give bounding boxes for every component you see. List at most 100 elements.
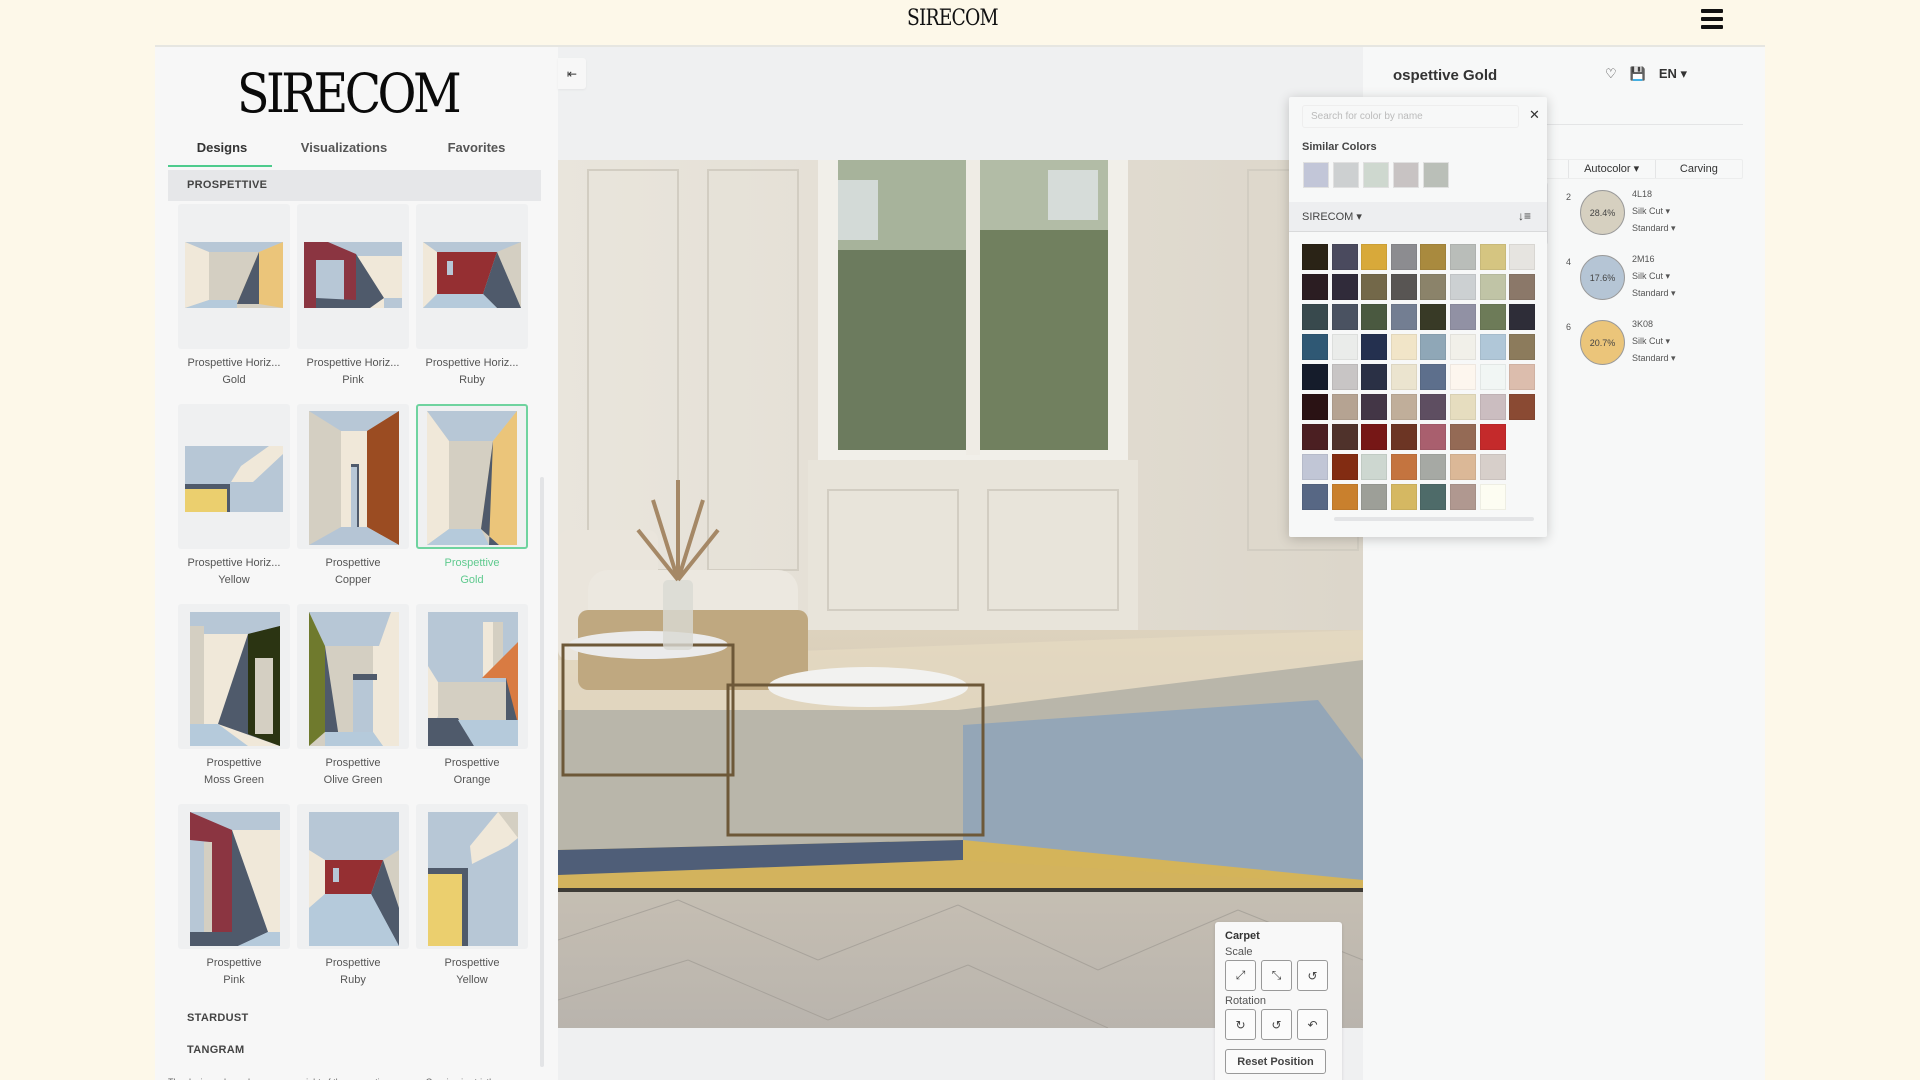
palette-swatch[interactable] [1509, 394, 1536, 420]
material-dropdown[interactable]: Silk Cut ▾ [1632, 206, 1670, 217]
design-card[interactable]: Prospettive Horiz... Yellow [178, 404, 290, 589]
top-logo[interactable]: SIRECOM [907, 6, 999, 31]
palette-swatch[interactable] [1420, 334, 1447, 360]
palette-swatch[interactable] [1509, 364, 1536, 390]
similar-color-swatch[interactable] [1303, 162, 1329, 188]
design-card[interactable]: Prospettive Yellow [416, 804, 528, 989]
close-icon[interactable]: ✕ [1529, 107, 1540, 123]
palette-swatch[interactable] [1331, 304, 1358, 330]
palette-swatch[interactable] [1331, 454, 1358, 480]
palette-swatch[interactable] [1479, 454, 1506, 480]
tab-favorites[interactable]: Favorites [412, 135, 541, 165]
palette-scrollbar[interactable] [1334, 517, 1534, 521]
finish-dropdown[interactable]: Standard ▾ [1632, 353, 1676, 364]
palette-swatch[interactable] [1509, 304, 1536, 330]
palette-swatch[interactable] [1361, 274, 1388, 300]
palette-swatch[interactable] [1302, 454, 1328, 480]
palette-swatch[interactable] [1390, 244, 1417, 270]
palette-swatch[interactable] [1331, 244, 1358, 270]
palette-swatch[interactable] [1420, 394, 1447, 420]
palette-swatch[interactable] [1361, 394, 1388, 420]
similar-color-swatch[interactable] [1333, 162, 1359, 188]
design-card[interactable]: Prospettive Copper [297, 404, 409, 589]
rotate-ccw-icon[interactable]: ↺ [1261, 1009, 1292, 1040]
palette-swatch[interactable] [1331, 364, 1358, 390]
palette-swatch[interactable] [1479, 484, 1506, 510]
palette-swatch[interactable] [1420, 484, 1447, 510]
palette-swatch[interactable] [1449, 484, 1476, 510]
palette-swatch[interactable] [1449, 394, 1476, 420]
tab-designs[interactable]: Designs [168, 135, 276, 167]
collection-header-tangram[interactable]: TANGRAM [187, 1044, 245, 1056]
design-card[interactable]: Prospettive Ruby [297, 804, 409, 989]
autocolor-dropdown[interactable]: Autocolor ▾ [1569, 160, 1656, 178]
palette-swatch[interactable] [1390, 394, 1417, 420]
palette-swatch[interactable] [1331, 274, 1358, 300]
hamburger-icon[interactable] [1701, 9, 1723, 29]
favorite-heart-icon[interactable]: ♡ [1605, 66, 1617, 82]
palette-swatch[interactable] [1390, 364, 1417, 390]
palette-swatch[interactable] [1479, 424, 1506, 450]
tab-visualizations[interactable]: Visualizations [276, 135, 412, 165]
expand-icon[interactable]: ⤢ [1225, 960, 1256, 991]
palette-swatch[interactable] [1390, 424, 1417, 450]
sidebar-scrollbar[interactable] [540, 477, 544, 1067]
design-card[interactable]: Prospettive Pink [178, 804, 290, 989]
palette-swatch[interactable] [1509, 244, 1536, 270]
rotate-cw-icon[interactable]: ↻ [1225, 1009, 1256, 1040]
palette-swatch[interactable] [1361, 454, 1388, 480]
palette-swatch[interactable] [1361, 244, 1388, 270]
design-card-selected[interactable]: Prospettive Gold [416, 404, 528, 589]
palette-swatch[interactable] [1479, 364, 1506, 390]
palette-swatch[interactable] [1302, 484, 1328, 510]
palette-swatch[interactable] [1331, 424, 1358, 450]
reset-rotation-icon[interactable]: ↶ [1297, 1009, 1328, 1040]
sort-icon[interactable]: ↓≡ [1518, 209, 1531, 223]
palette-swatch[interactable] [1302, 304, 1328, 330]
palette-swatch[interactable] [1420, 304, 1447, 330]
palette-swatch[interactable] [1420, 454, 1447, 480]
material-dropdown[interactable]: Silk Cut ▾ [1632, 271, 1670, 282]
carpet-color-item[interactable]: 6 20.7% 3K08 Silk Cut ▾ Standard ▾ [1566, 312, 1751, 375]
palette-swatch[interactable] [1331, 484, 1358, 510]
finish-dropdown[interactable]: Standard ▾ [1632, 288, 1676, 299]
palette-swatch[interactable] [1479, 274, 1506, 300]
reset-position-button[interactable]: Reset Position [1225, 1049, 1326, 1074]
collection-header-prospettive[interactable]: PROSPETTIVE [168, 170, 541, 201]
shrink-icon[interactable]: ⤡ [1261, 960, 1292, 991]
palette-swatch[interactable] [1331, 334, 1358, 360]
language-select[interactable]: EN ▾ [1659, 66, 1687, 82]
design-card[interactable]: Prospettive Horiz... Pink [297, 204, 409, 389]
palette-swatch[interactable] [1479, 244, 1506, 270]
palette-swatch[interactable] [1302, 244, 1328, 270]
palette-swatch[interactable] [1302, 394, 1328, 420]
collapse-left-icon[interactable]: ⇤ [558, 58, 586, 89]
palette-swatch[interactable] [1361, 424, 1388, 450]
collection-header-stardust[interactable]: STARDUST [187, 1012, 248, 1024]
palette-swatch[interactable] [1449, 424, 1476, 450]
palette-swatch[interactable] [1390, 334, 1417, 360]
palette-swatch[interactable] [1390, 484, 1417, 510]
palette-swatch[interactable] [1390, 304, 1417, 330]
palette-swatch[interactable] [1361, 484, 1388, 510]
palette-collection-dropdown[interactable]: SIRECOM ▾ [1302, 210, 1362, 223]
room-visualization[interactable] [558, 160, 1363, 1028]
design-card[interactable]: Prospettive Moss Green [178, 604, 290, 789]
carpet-color-item[interactable]: 4 17.6% 2M16 Silk Cut ▾ Standard ▾ [1566, 247, 1751, 310]
palette-swatch[interactable] [1479, 304, 1506, 330]
carving-button[interactable]: Carving [1656, 160, 1742, 178]
palette-swatch[interactable] [1302, 334, 1328, 360]
palette-swatch[interactable] [1302, 364, 1328, 390]
palette-swatch[interactable] [1449, 304, 1476, 330]
palette-swatch[interactable] [1479, 394, 1506, 420]
similar-color-swatch[interactable] [1423, 162, 1449, 188]
palette-swatch[interactable] [1449, 274, 1476, 300]
palette-swatch[interactable] [1390, 274, 1417, 300]
reset-scale-icon[interactable]: ↺ [1297, 960, 1328, 991]
material-dropdown[interactable]: Silk Cut ▾ [1632, 336, 1670, 347]
save-icon[interactable]: 💾 [1630, 66, 1646, 82]
palette-swatch[interactable] [1302, 274, 1328, 300]
palette-swatch[interactable] [1331, 394, 1358, 420]
palette-swatch[interactable] [1449, 454, 1476, 480]
palette-swatch[interactable] [1420, 274, 1447, 300]
